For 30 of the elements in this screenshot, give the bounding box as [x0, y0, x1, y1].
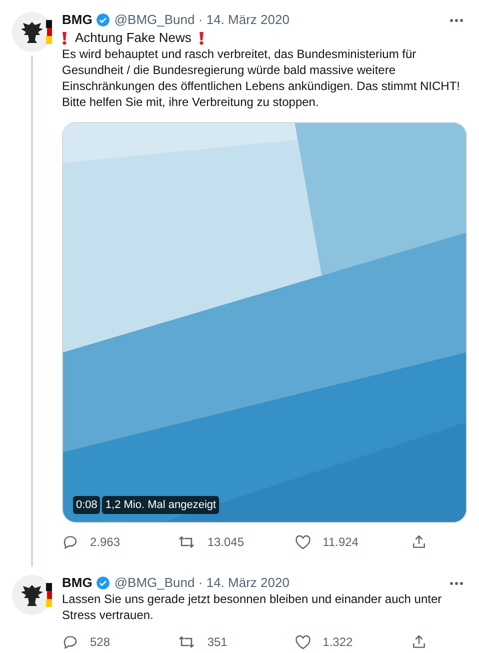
exclamation-icon: [199, 32, 204, 44]
author-handle-and-date: @BMG_Bund · 14. März 2020: [114, 575, 290, 591]
reply-button[interactable]: 528: [62, 633, 162, 651]
retweet-icon: [178, 634, 196, 650]
like-button[interactable]: 1.322: [294, 633, 395, 651]
tweet-text: Lassen Sie uns gerade jetzt besonnen bleiben und einander auch unter Stress vertrauen.: [62, 591, 443, 623]
speech-bubble-icon: [62, 534, 78, 550]
tweet-text: Es wird behauptet und rasch verbreitet, das Bundesministerium für Gesundheit / die Bundesregierung würde bald massive weitere Einschränkungen des öffentlichen Lebens ankündigen. Das stimmt NICHT! Bitte helfen Sie mit, ihre Verbreitung zu stoppen.: [62, 46, 461, 110]
eagle-logo-avatar[interactable]: [12, 12, 52, 52]
view-count: 1,2 Mio. Mal angezeigt: [102, 496, 220, 514]
speech-bubble-icon: [62, 634, 78, 650]
tweet-title: Achtung Fake News: [75, 30, 192, 46]
share-button[interactable]: [410, 534, 427, 550]
author-handle-and-date: @BMG_Bund · 14. März 2020: [114, 12, 290, 28]
retweet-icon: [178, 534, 196, 550]
author-name[interactable]: BMG: [62, 12, 92, 28]
video-duration: 0:08: [73, 496, 100, 514]
share-icon: [410, 534, 427, 550]
like-button[interactable]: 11.924: [294, 533, 395, 551]
retweet-button[interactable]: 351: [178, 633, 278, 651]
retweet-button[interactable]: 13.045: [178, 533, 278, 551]
eagle-logo-avatar[interactable]: [12, 575, 52, 615]
share-icon: [410, 634, 427, 650]
share-button[interactable]: [410, 634, 427, 650]
heart-icon: [294, 534, 311, 550]
reply-button[interactable]: 2.963: [62, 533, 162, 551]
heart-icon: [294, 634, 311, 650]
video-player[interactable]: 0:08 1,2 Mio. Mal angezeigt: [62, 122, 467, 523]
exclamation-icon: [62, 32, 67, 44]
author-name[interactable]: BMG: [62, 575, 92, 591]
